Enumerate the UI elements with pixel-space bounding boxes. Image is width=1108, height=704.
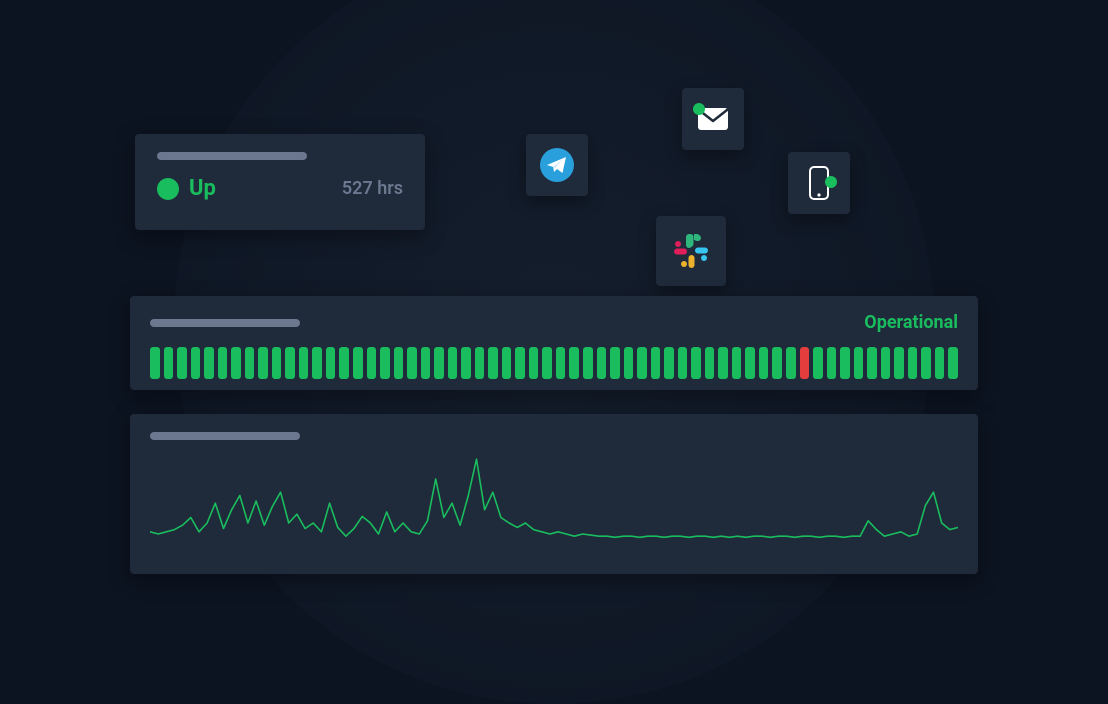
integration-phone xyxy=(788,152,850,214)
uptime-bar xyxy=(502,347,512,379)
uptime-bar xyxy=(718,347,728,379)
uptime-bar xyxy=(231,347,241,379)
uptime-bar xyxy=(164,347,174,379)
uptime-bar xyxy=(150,347,160,379)
uptime-bar xyxy=(921,347,931,379)
telegram-icon xyxy=(540,148,574,182)
uptime-bar xyxy=(664,347,674,379)
status-dot-icon xyxy=(157,178,179,200)
chart-card xyxy=(130,414,978,574)
uptime-bar xyxy=(827,347,837,379)
uptime-bar xyxy=(285,347,295,379)
operational-header: Operational xyxy=(150,312,958,333)
uptime-bar xyxy=(691,347,701,379)
uptime-bar xyxy=(312,347,322,379)
status-label: Up xyxy=(189,176,216,201)
uptime-bar xyxy=(488,347,498,379)
uptime-bar xyxy=(367,347,377,379)
uptime-bar xyxy=(204,347,214,379)
uptime-bar xyxy=(394,347,404,379)
uptime-bar xyxy=(380,347,390,379)
operational-label: Operational xyxy=(864,312,958,333)
uptime-bar xyxy=(245,347,255,379)
phone-badge-dot-icon xyxy=(825,176,837,188)
integration-slack xyxy=(656,216,726,286)
uptime-bar xyxy=(556,347,566,379)
uptime-bar xyxy=(854,347,864,379)
uptime-bar xyxy=(191,347,201,379)
uptime-bar xyxy=(881,347,891,379)
uptime-bars xyxy=(150,347,958,379)
uptime-bar xyxy=(258,347,268,379)
uptime-bar xyxy=(840,347,850,379)
uptime-bar xyxy=(177,347,187,379)
uptime-bar xyxy=(624,347,634,379)
uptime-bar xyxy=(421,347,431,379)
uptime-bar xyxy=(759,347,769,379)
uptime-bar xyxy=(353,347,363,379)
status-card: Up 527 hrs xyxy=(135,134,425,230)
uptime-bar xyxy=(867,347,877,379)
uptime-bar xyxy=(529,347,539,379)
uptime-bar xyxy=(745,347,755,379)
uptime-bar xyxy=(813,347,823,379)
slack-icon xyxy=(672,232,710,270)
uptime-bar xyxy=(908,347,918,379)
uptime-bar xyxy=(461,347,471,379)
uptime-bar xyxy=(299,347,309,379)
uptime-bar xyxy=(434,347,444,379)
uptime-bar xyxy=(326,347,336,379)
uptime-bar xyxy=(732,347,742,379)
status-row: Up 527 hrs xyxy=(157,176,403,201)
uptime-bar xyxy=(786,347,796,379)
integration-mail xyxy=(682,88,744,150)
mail-badge-dot-icon xyxy=(693,103,705,115)
uptime-bar xyxy=(948,347,958,379)
uptime-bar xyxy=(705,347,715,379)
uptime-bar xyxy=(610,347,620,379)
uptime-bar xyxy=(218,347,228,379)
uptime-bar xyxy=(935,347,945,379)
uptime-bar xyxy=(339,347,349,379)
operational-card: Operational xyxy=(130,296,978,390)
uptime-bar xyxy=(407,347,417,379)
operational-title-placeholder xyxy=(150,319,300,327)
uptime-bar xyxy=(569,347,579,379)
status-title-placeholder xyxy=(157,152,307,160)
status-hours: 527 hrs xyxy=(342,178,403,199)
uptime-bar xyxy=(542,347,552,379)
uptime-bar xyxy=(597,347,607,379)
uptime-bar xyxy=(772,347,782,379)
response-time-chart xyxy=(150,446,958,556)
uptime-bar xyxy=(800,347,810,379)
uptime-bar xyxy=(678,347,688,379)
uptime-bar xyxy=(475,347,485,379)
uptime-bar xyxy=(515,347,525,379)
uptime-bar xyxy=(894,347,904,379)
uptime-bar xyxy=(448,347,458,379)
uptime-bar xyxy=(583,347,593,379)
uptime-bar xyxy=(651,347,661,379)
uptime-bar xyxy=(637,347,647,379)
status-left: Up xyxy=(157,176,216,201)
integration-telegram xyxy=(526,134,588,196)
uptime-bar xyxy=(272,347,282,379)
chart-title-placeholder xyxy=(150,432,300,440)
